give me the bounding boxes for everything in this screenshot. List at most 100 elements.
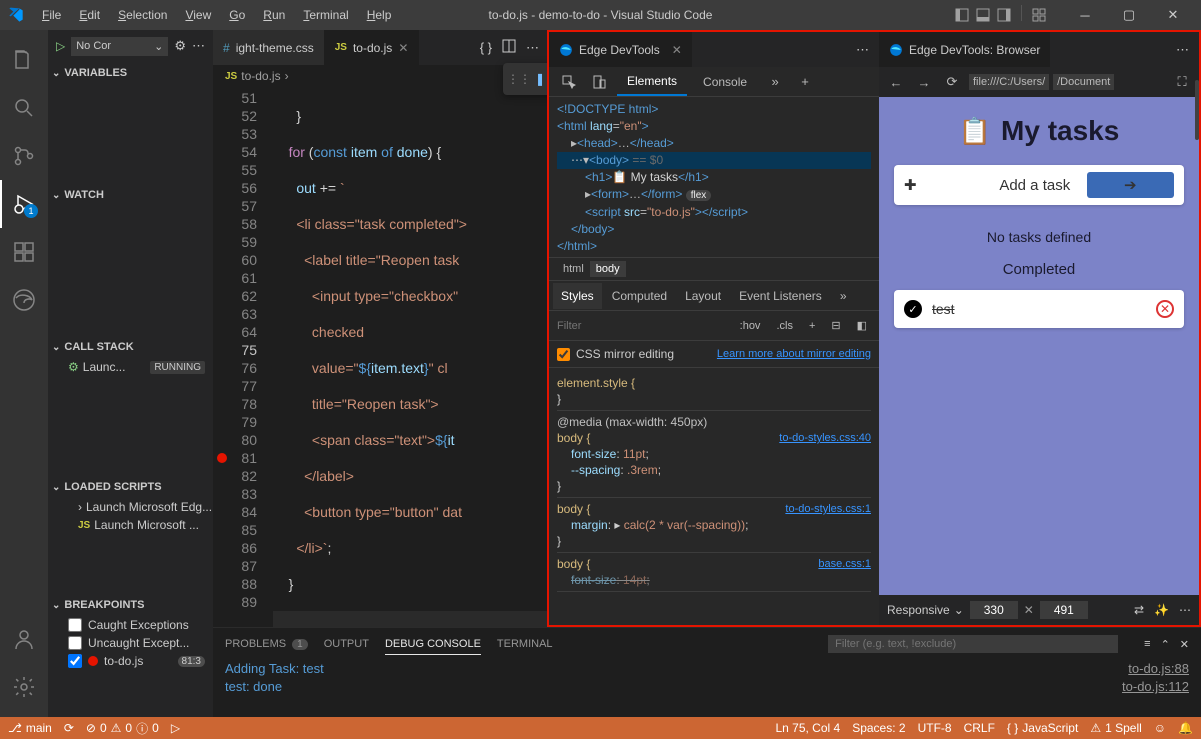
console-filter-input[interactable] [828, 635, 1118, 653]
computed-icon[interactable]: ⊟ [827, 317, 844, 334]
spell-status[interactable]: ⚠ 1 Spell [1090, 721, 1141, 735]
styles-filter-input[interactable] [557, 320, 728, 332]
layout-bottom-icon[interactable] [973, 5, 993, 25]
source-control-icon[interactable] [0, 132, 48, 180]
crumb-html[interactable]: html [557, 261, 590, 277]
event-listeners-tab[interactable]: Event Listeners [731, 283, 830, 309]
more-styles-tabs-icon[interactable]: » [832, 283, 855, 309]
css-source-link[interactable]: to-do-styles.css:1 [785, 501, 871, 517]
loaded-script-item[interactable]: JSLaunch Microsoft ... [48, 516, 213, 534]
menu-help[interactable]: Help [359, 4, 400, 26]
more-icon[interactable]: ⋯ [1166, 32, 1199, 67]
braces-icon[interactable]: { } [480, 40, 492, 55]
styles-tab[interactable]: Styles [553, 283, 602, 309]
menu-selection[interactable]: Selection [110, 4, 175, 26]
edge-icon[interactable] [0, 276, 48, 324]
back-button[interactable]: ← [885, 71, 907, 93]
callstack-section[interactable]: ⌄CALL STACK [48, 336, 213, 358]
debug-active-status[interactable]: ▷ [171, 721, 180, 735]
breakpoints-section[interactable]: ⌄BREAKPOINTS [48, 594, 213, 616]
more-icon[interactable]: ⋯ [846, 32, 879, 67]
debug-console-output[interactable]: Adding Task: testto-do.js:88 test: donet… [213, 660, 1201, 717]
dom-tree[interactable]: <!DOCTYPE html> <html lang="en"> ▸<head>… [549, 97, 879, 257]
mirror-learn-more-link[interactable]: Learn more about mirror editing [717, 348, 871, 360]
add-task-input[interactable]: Add a task [999, 177, 1086, 194]
wand-icon[interactable]: ✨ [1154, 603, 1169, 617]
menu-terminal[interactable]: Terminal [295, 4, 356, 26]
tab-devtools[interactable]: Edge DevTools✕ [549, 32, 692, 67]
chevron-up-icon[interactable]: ⌃ [1161, 638, 1170, 651]
breadcrumb[interactable]: JSto-do.js› ⋮⋮ ❚❚ ↷ ↓ ↑ ↻ ■ ↗ [213, 65, 547, 87]
close-panel-icon[interactable]: ✕ [1180, 638, 1189, 651]
explorer-icon[interactable] [0, 36, 48, 84]
more-icon[interactable]: ⋯ [192, 38, 205, 54]
css-source-link[interactable]: base.css:1 [818, 556, 871, 572]
close-tab-icon[interactable]: ✕ [398, 41, 408, 55]
branch-status[interactable]: ⎇ main [8, 721, 52, 735]
caught-exceptions-checkbox[interactable]: Caught Exceptions [48, 616, 213, 634]
gear-icon[interactable]: ⚙ [174, 38, 186, 54]
css-mirror-checkbox[interactable] [557, 348, 570, 361]
pause-button[interactable]: ❚❚ [533, 67, 547, 91]
delete-task-button[interactable]: ✕ [1156, 300, 1174, 318]
inspect-icon[interactable] [557, 70, 581, 94]
responsive-dropdown[interactable]: Responsive⌄ [887, 603, 964, 617]
launch-config-dropdown[interactable]: No Cor⌄ [71, 37, 168, 56]
menu-go[interactable]: Go [221, 4, 253, 26]
device-icon[interactable] [587, 70, 611, 94]
more-settings-icon[interactable]: ⋯ [1179, 603, 1191, 617]
hov-button[interactable]: :hov [736, 318, 765, 334]
terminal-tab[interactable]: TERMINAL [497, 634, 553, 654]
code-editor[interactable]: 5152535455565758596061626364757677787980… [213, 87, 547, 627]
customize-layout-icon[interactable] [1029, 5, 1049, 25]
watch-section[interactable]: ⌄WATCH [48, 184, 213, 206]
variables-section[interactable]: ⌄VARIABLES [48, 62, 213, 84]
layout-right-icon[interactable] [994, 5, 1014, 25]
css-rules[interactable]: element.style {} @media (max-width: 450p… [549, 368, 879, 625]
search-icon[interactable] [0, 84, 48, 132]
split-editor-icon[interactable] [502, 39, 516, 56]
more-actions-icon[interactable]: ⋯ [526, 40, 539, 56]
close-icon[interactable]: ✕ [672, 43, 682, 57]
width-input[interactable] [970, 601, 1018, 619]
rotate-icon[interactable]: ⇄ [1134, 603, 1144, 617]
layout-left-icon[interactable] [952, 5, 972, 25]
elements-tab[interactable]: Elements [617, 68, 687, 96]
drag-handle-icon[interactable]: ⋮⋮ [507, 67, 531, 91]
menu-view[interactable]: View [177, 4, 219, 26]
breakpoint-file-item[interactable]: to-do.js81:3 [48, 652, 213, 670]
new-rule-icon[interactable]: + [805, 318, 819, 334]
forward-button[interactable]: → [913, 71, 935, 93]
language-status[interactable]: { } JavaScript [1007, 721, 1078, 735]
account-icon[interactable] [0, 615, 48, 663]
add-tab-icon[interactable]: + [793, 70, 817, 94]
debug-console-tab[interactable]: DEBUG CONSOLE [385, 634, 481, 655]
filter-icon[interactable]: ≡ [1144, 638, 1150, 651]
menu-edit[interactable]: Edit [71, 4, 108, 26]
eol-status[interactable]: CRLF [964, 721, 995, 735]
feedback-icon[interactable]: ☺ [1154, 721, 1166, 735]
tab-browser-preview[interactable]: Edge DevTools: Browser [879, 32, 1050, 67]
cursor-position[interactable]: Ln 75, Col 4 [775, 721, 840, 735]
extensions-icon[interactable] [0, 228, 48, 276]
more-styles-icon[interactable]: ◧ [853, 317, 871, 334]
layout-tab[interactable]: Layout [677, 283, 729, 309]
notifications-icon[interactable]: 🔔 [1178, 721, 1193, 735]
uncaught-exceptions-checkbox[interactable]: Uncaught Except... [48, 634, 213, 652]
start-debug-button[interactable]: ▷ [56, 39, 65, 53]
height-input[interactable] [1040, 601, 1088, 619]
callstack-item[interactable]: ⚙Launc... RUNNING [48, 358, 213, 376]
css-source-link[interactable]: to-do-styles.css:40 [779, 430, 871, 446]
loaded-scripts-section[interactable]: ⌄LOADED SCRIPTS [48, 476, 213, 498]
screencast-icon[interactable]: ⛶ [1171, 71, 1193, 93]
tab-css[interactable]: #ight-theme.css [213, 30, 325, 65]
reload-button[interactable]: ⟳ [941, 71, 963, 93]
cls-button[interactable]: .cls [772, 318, 797, 334]
encoding-status[interactable]: UTF-8 [918, 721, 952, 735]
settings-icon[interactable] [0, 663, 48, 711]
crumb-body[interactable]: body [590, 261, 626, 277]
sync-status[interactable]: ⟳ [64, 721, 74, 735]
url-bar[interactable]: file:///C:/Users//Document [969, 74, 1165, 90]
spaces-status[interactable]: Spaces: 2 [852, 721, 905, 735]
console-source-link[interactable]: to-do.js:88 [1128, 660, 1189, 678]
